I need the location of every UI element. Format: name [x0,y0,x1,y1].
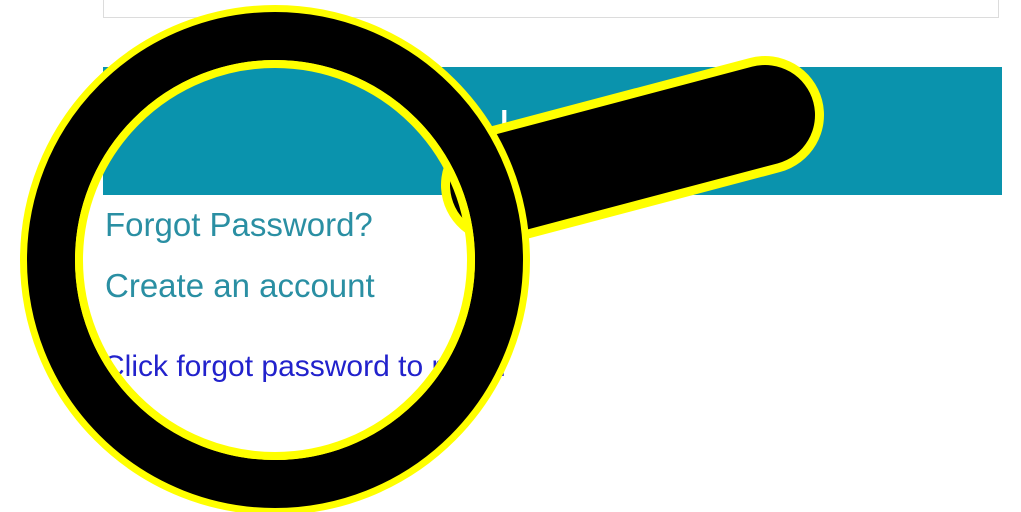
login-page: Login Forgot Password? Create an account… [0,0,1021,512]
forgot-password-link[interactable]: Forgot Password? [105,206,373,244]
text-input-field[interactable] [103,0,999,18]
create-account-link[interactable]: Create an account [105,267,375,305]
login-button[interactable]: Login [103,67,1002,195]
hint-text: Click forgot password to reset. [103,350,507,383]
